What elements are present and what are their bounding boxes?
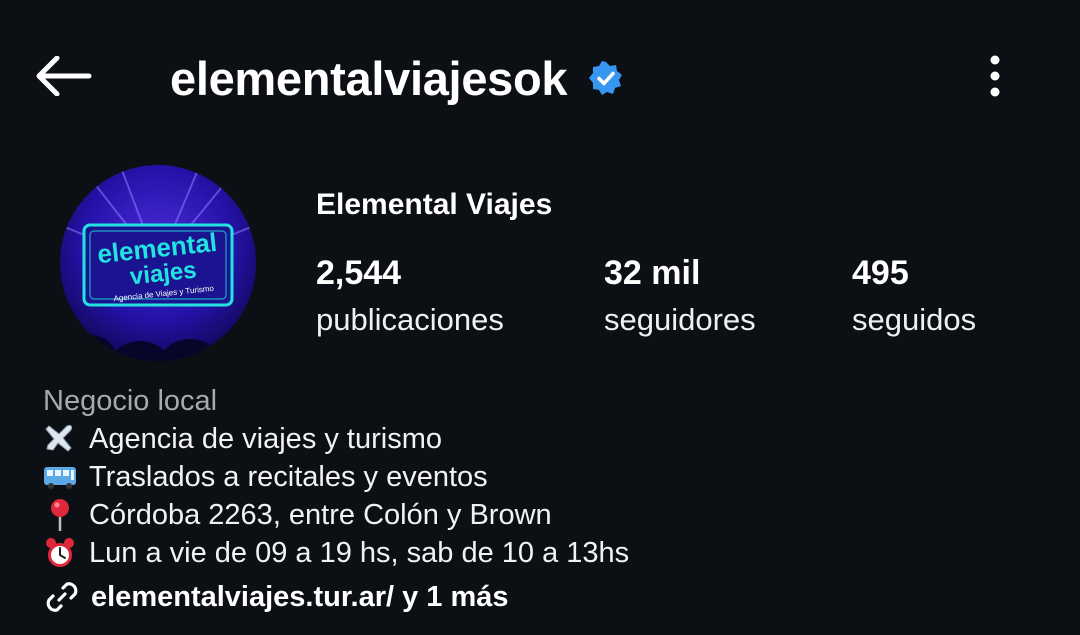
airplane-icon (43, 422, 77, 456)
followers-label: seguidores (604, 302, 756, 337)
more-vertical-icon (990, 55, 1000, 97)
bus-icon (43, 460, 77, 494)
posts-stat[interactable]: 2,544 publicaciones (316, 252, 504, 340)
bio-line: Traslados a recitales y eventos (43, 458, 629, 496)
bio-line-text: Traslados a recitales y eventos (89, 461, 488, 493)
username-header: elementalviajesok (170, 50, 623, 106)
back-button[interactable] (30, 48, 96, 104)
more-options-button[interactable] (975, 50, 1015, 102)
bio-line-text: Lun a vie de 09 a 19 hs, sab de 10 a 13h… (89, 537, 630, 569)
following-stat[interactable]: 495 seguidos (852, 252, 976, 340)
bio-line: Lun a vie de 09 a 19 hs, sab de 10 a 13h… (43, 534, 629, 572)
profile-screen: elementalviajesok elemental viajes Agenc… (0, 0, 1080, 635)
link-text: elementalviajes.tur.ar/ y 1 más (91, 580, 509, 613)
category-label: Negocio local (43, 385, 218, 417)
bio-line: Córdoba 2263, entre Colón y Brown (43, 496, 629, 534)
pin-icon (43, 498, 77, 532)
bio-line-text: Agencia de viajes y turismo (89, 423, 442, 455)
website-link[interactable]: elementalviajes.tur.ar/ y 1 más (43, 578, 629, 616)
followers-stat[interactable]: 32 mil seguidores (604, 252, 756, 340)
bio-line-text: Córdoba 2263, entre Colón y Brown (89, 499, 552, 531)
following-label: seguidos (852, 302, 977, 337)
posts-count: 2,544 (316, 254, 402, 292)
profile-avatar[interactable]: elemental viajes Agencia de Viajes y Tur… (60, 165, 256, 361)
followers-count: 32 mil (604, 254, 701, 292)
following-count: 495 (852, 254, 909, 292)
avatar-image: elemental viajes Agencia de Viajes y Tur… (60, 165, 256, 361)
bio: Negocio local Agencia de viajes y turism… (43, 382, 629, 616)
posts-label: publicaciones (316, 302, 504, 337)
arrow-left-icon (36, 56, 92, 96)
bio-line: Agencia de viajes y turismo (43, 420, 629, 458)
link-icon (46, 582, 78, 612)
username-text: elementalviajesok (170, 51, 568, 105)
display-name: Elemental Viajes (316, 188, 553, 221)
verified-badge-icon (589, 61, 623, 95)
alarm-clock-icon (43, 536, 77, 570)
